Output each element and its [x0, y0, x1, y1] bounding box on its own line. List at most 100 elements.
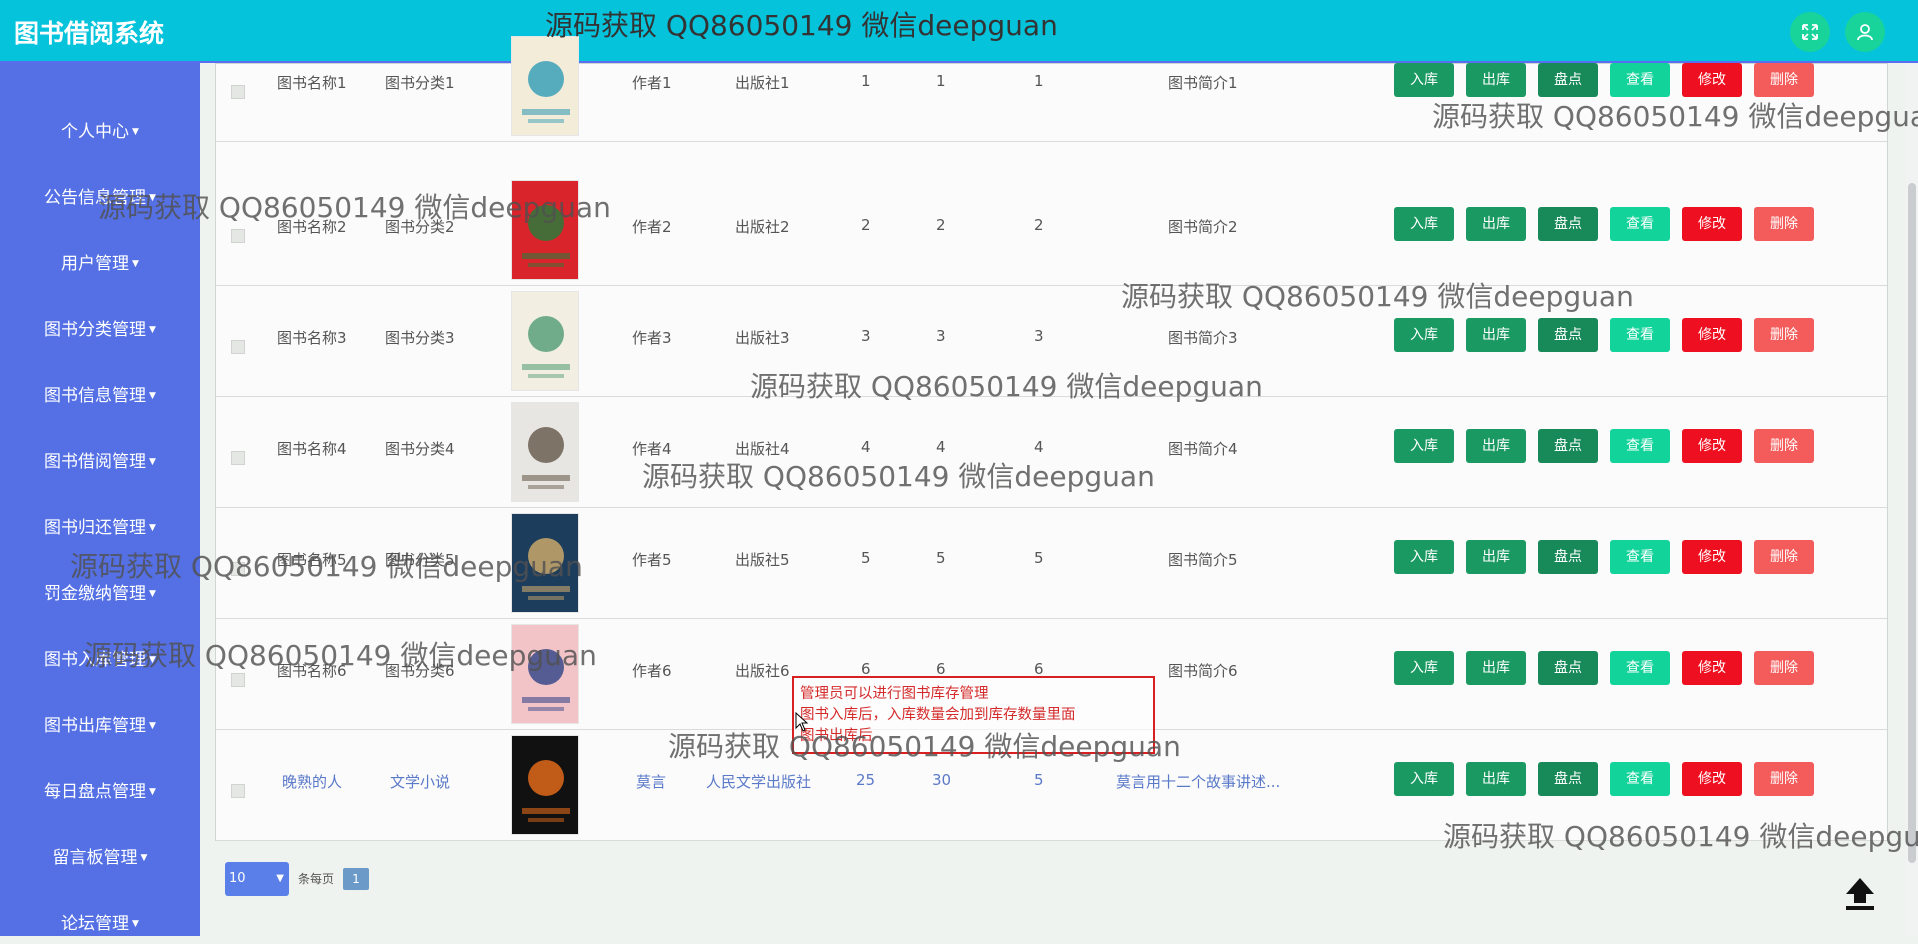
view-button[interactable]: 查看	[1610, 429, 1670, 463]
stock-in-button[interactable]: 入库	[1394, 63, 1454, 97]
scrollbar-thumb[interactable]	[1908, 183, 1916, 863]
delete-button[interactable]: 删除	[1754, 762, 1814, 796]
stock-out-button[interactable]: 出库	[1466, 540, 1526, 574]
edit-button[interactable]: 修改	[1682, 762, 1742, 796]
quantity-cell: 1	[861, 72, 871, 90]
book-name-cell: 图书名称3	[277, 329, 347, 347]
stock-in-button[interactable]: 入库	[1394, 762, 1454, 796]
stock-out-button[interactable]: 出库	[1466, 429, 1526, 463]
sidebar-item-stock-out[interactable]: 图书出库管理 ▼	[0, 706, 200, 746]
row-checkbox[interactable]	[231, 340, 245, 354]
sidebar-item-book-info[interactable]: 图书信息管理 ▼	[0, 376, 200, 416]
stock-out-button[interactable]: 出库	[1466, 207, 1526, 241]
quantity-cell: 25	[856, 771, 876, 789]
caret-down-icon: ▼	[140, 853, 148, 863]
inventory-check-button[interactable]: 盘点	[1538, 429, 1598, 463]
row-checkbox[interactable]	[231, 784, 245, 798]
book-cover-image	[511, 291, 579, 391]
inventory-check-button[interactable]: 盘点	[1538, 651, 1598, 685]
stock-out-button[interactable]: 出库	[1466, 318, 1526, 352]
inventory-check-button[interactable]: 盘点	[1538, 63, 1598, 97]
book-category-cell: 图书分类5	[385, 551, 455, 569]
delete-button[interactable]: 删除	[1754, 540, 1814, 574]
sidebar-item-borrow[interactable]: 图书借阅管理 ▼	[0, 442, 200, 482]
stock-in-button[interactable]: 入库	[1394, 651, 1454, 685]
book-category-cell: 图书分类3	[385, 329, 455, 347]
view-button[interactable]: 查看	[1610, 63, 1670, 97]
row-checkbox[interactable]	[231, 229, 245, 243]
row-checkbox[interactable]	[231, 451, 245, 465]
sidebar-item-return[interactable]: 图书归还管理 ▼	[0, 508, 200, 548]
delete-button[interactable]: 删除	[1754, 429, 1814, 463]
author-cell: 作者2	[632, 218, 672, 236]
stock-in-button[interactable]: 入库	[1394, 207, 1454, 241]
delete-button[interactable]: 删除	[1754, 651, 1814, 685]
row-checkbox[interactable]	[231, 673, 245, 687]
edit-button[interactable]: 修改	[1682, 540, 1742, 574]
stock-out-button[interactable]: 出库	[1466, 651, 1526, 685]
stock-in-button[interactable]: 入库	[1394, 429, 1454, 463]
author-cell: 作者4	[632, 440, 672, 458]
book-name-cell[interactable]: 晚熟的人	[282, 771, 342, 792]
stock-out-button[interactable]: 出库	[1466, 762, 1526, 796]
view-button[interactable]: 查看	[1610, 318, 1670, 352]
edit-button[interactable]: 修改	[1682, 651, 1742, 685]
book-name-cell: 图书名称2	[277, 218, 347, 236]
book-name-cell: 图书名称6	[277, 662, 347, 680]
sidebar-item-stock-in[interactable]: 图书入库管理 ▼	[0, 640, 200, 680]
sidebar-item-book-category[interactable]: 图书分类管理 ▼	[0, 310, 200, 350]
quantity-cell: 5	[1034, 771, 1044, 789]
delete-button[interactable]: 删除	[1754, 63, 1814, 97]
sidebar-item-forum[interactable]: 论坛管理 ▼	[0, 904, 200, 944]
author-cell: 作者3	[632, 329, 672, 347]
sidebar-item-notice[interactable]: 公告信息管理 ▼	[0, 178, 200, 218]
delete-button[interactable]: 删除	[1754, 207, 1814, 241]
book-cover-image	[511, 402, 579, 502]
caret-down-icon: ▼	[132, 127, 139, 137]
row-checkbox[interactable]	[231, 562, 245, 576]
sidebar-item-messages[interactable]: 留言板管理 ▼	[0, 838, 200, 878]
back-to-top-icon[interactable]	[1838, 870, 1882, 914]
caret-down-icon: ▼	[149, 193, 156, 203]
stock-in-button[interactable]: 入库	[1394, 540, 1454, 574]
scrollbar[interactable]	[1906, 63, 1918, 936]
intro-cell: 图书简介4	[1168, 440, 1238, 458]
publisher-cell: 出版社1	[735, 74, 790, 92]
view-button[interactable]: 查看	[1610, 207, 1670, 241]
edit-button[interactable]: 修改	[1682, 318, 1742, 352]
inventory-check-button[interactable]: 盘点	[1538, 207, 1598, 241]
app-title: 图书借阅系统	[14, 19, 165, 48]
page-size-select[interactable]: 10 ▼	[225, 862, 289, 896]
caret-down-icon: ▼	[149, 655, 156, 665]
quantity-cell: 3	[1034, 327, 1044, 345]
view-button[interactable]: 查看	[1610, 540, 1670, 574]
row-checkbox[interactable]	[231, 85, 245, 99]
stock-out-button[interactable]: 出库	[1466, 63, 1526, 97]
quantity-cell: 30	[932, 771, 952, 789]
inventory-check-button[interactable]: 盘点	[1538, 318, 1598, 352]
book-name-cell: 图书名称1	[277, 74, 347, 92]
inventory-check-button[interactable]: 盘点	[1538, 762, 1598, 796]
annotation-line: 管理员可以进行图书库存管理	[800, 686, 989, 702]
sidebar-item-daily-check[interactable]: 每日盘点管理 ▼	[0, 772, 200, 812]
delete-button[interactable]: 删除	[1754, 318, 1814, 352]
caret-down-icon: ▼	[149, 589, 156, 599]
view-button[interactable]: 查看	[1610, 762, 1670, 796]
sidebar-item-profile[interactable]: 个人中心 ▼	[0, 112, 200, 152]
edit-button[interactable]: 修改	[1682, 63, 1742, 97]
book-cover-image	[511, 513, 579, 613]
page-number-button[interactable]: 1	[343, 868, 369, 890]
quantity-cell: 4	[936, 438, 946, 456]
publisher-cell: 出版社3	[735, 329, 790, 347]
author-cell: 莫言	[636, 773, 667, 791]
intro-cell: 图书简介6	[1168, 662, 1238, 680]
quantity-cell: 4	[1034, 438, 1044, 456]
table-row: 图书名称1 图书分类1 作者1 出版社1 1 1 1 图书简介1 入库 出库 盘点 查看 修改 删除	[216, 31, 1887, 142]
view-button[interactable]: 查看	[1610, 651, 1670, 685]
edit-button[interactable]: 修改	[1682, 207, 1742, 241]
sidebar-item-users[interactable]: 用户管理 ▼	[0, 244, 200, 284]
stock-in-button[interactable]: 入库	[1394, 318, 1454, 352]
inventory-check-button[interactable]: 盘点	[1538, 540, 1598, 574]
edit-button[interactable]: 修改	[1682, 429, 1742, 463]
sidebar-item-fines[interactable]: 罚金缴纳管理 ▼	[0, 574, 200, 614]
